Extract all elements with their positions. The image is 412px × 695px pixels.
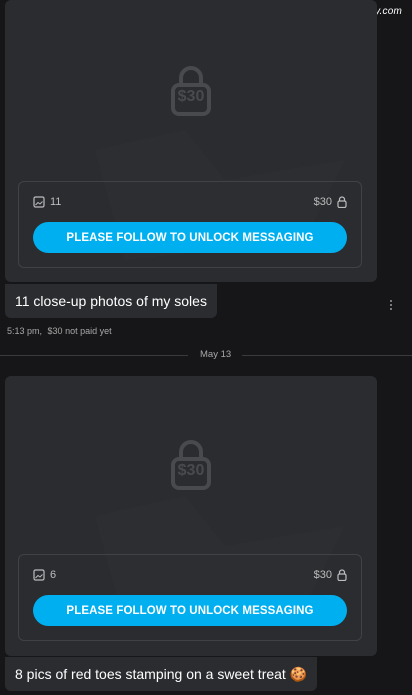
lock-icon bbox=[337, 196, 347, 208]
locked-media-card: $30 6 $30 PLEASE FOLLOW TO UNLOCK MESSAG… bbox=[5, 376, 377, 656]
media-count: 6 bbox=[33, 569, 56, 581]
image-icon bbox=[33, 569, 45, 581]
more-vertical-icon bbox=[390, 300, 392, 302]
price-tag: $30 bbox=[314, 196, 347, 208]
lock-icon bbox=[337, 569, 347, 581]
price-value: $30 bbox=[313, 196, 332, 208]
date-label: May 13 bbox=[200, 349, 232, 360]
price-tag: $30 bbox=[314, 569, 347, 581]
message-time: 5:13 pm, bbox=[7, 326, 43, 336]
unlock-panel: 6 $30 PLEASE FOLLOW TO UNLOCK MESSAGING bbox=[18, 554, 362, 641]
price-lock: $30 bbox=[161, 64, 221, 116]
locked-media-card: $30 11 $30 PLEASE FOLLOW TO UNLOCK MESSA… bbox=[5, 0, 377, 282]
unlock-messaging-button[interactable]: PLEASE FOLLOW TO UNLOCK MESSAGING bbox=[33, 595, 347, 626]
media-count-value: 6 bbox=[50, 569, 57, 581]
lock-price: $30 bbox=[177, 462, 205, 479]
date-divider: May 13 bbox=[0, 349, 412, 361]
message-meta: 5:13 pm, $30 not paid yet bbox=[7, 326, 112, 336]
message-caption: 8 pics of red toes stamping on a sweet t… bbox=[5, 657, 318, 691]
media-count: 11 bbox=[33, 196, 61, 208]
media-count-value: 11 bbox=[50, 196, 62, 208]
unlock-messaging-button[interactable]: PLEASE FOLLOW TO UNLOCK MESSAGING bbox=[33, 222, 347, 253]
image-icon bbox=[33, 196, 45, 208]
price-lock: $30 bbox=[161, 438, 221, 490]
more-options-button[interactable] bbox=[386, 297, 396, 313]
payment-status: $30 not paid yet bbox=[47, 326, 112, 336]
lock-price: $30 bbox=[177, 88, 205, 105]
unlock-panel: 11 $30 PLEASE FOLLOW TO UNLOCK MESSAGING bbox=[18, 181, 362, 268]
price-value: $30 bbox=[313, 569, 332, 581]
message-caption: 11 close-up photos of my soles bbox=[5, 284, 217, 318]
